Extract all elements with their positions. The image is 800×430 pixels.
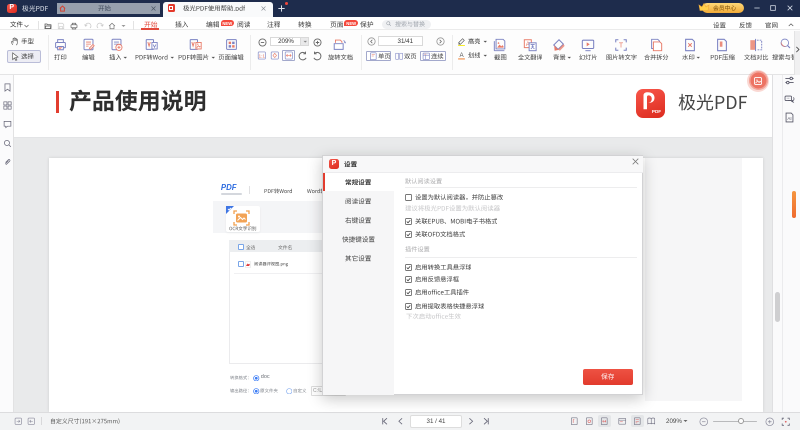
svg-text:T: T <box>619 42 624 49</box>
svg-text:AI: AI <box>787 115 791 120</box>
svg-text:A: A <box>459 52 464 59</box>
svg-text:1:1: 1:1 <box>258 54 265 60</box>
